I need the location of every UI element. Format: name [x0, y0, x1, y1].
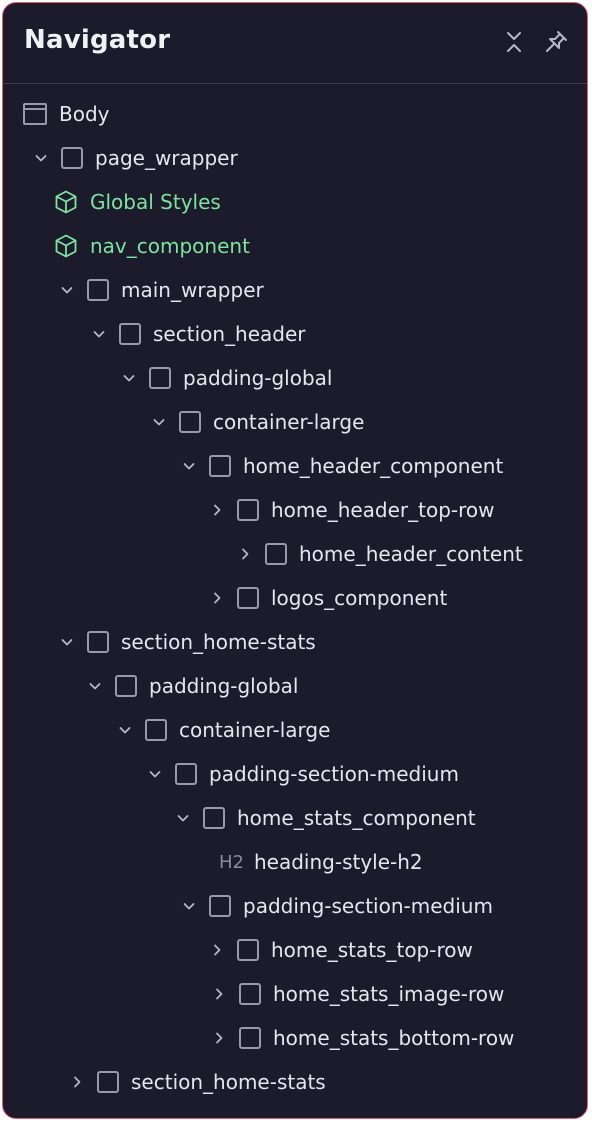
chevron-down-icon[interactable]	[119, 368, 139, 388]
tree-row[interactable]: section_home-stats	[57, 622, 316, 662]
element-icon	[239, 1027, 261, 1049]
chevron-down-icon[interactable]	[179, 896, 199, 916]
element-icon	[119, 323, 141, 345]
tree-row[interactable]: padding-section-medium	[145, 754, 459, 794]
chevron-down-icon[interactable]	[115, 720, 135, 740]
tree-row[interactable]: home_header_component	[179, 446, 503, 486]
tree-row[interactable]: home_stats_bottom-row	[209, 1018, 514, 1058]
tree-row[interactable]: Body	[23, 94, 110, 134]
tree-row[interactable]: logos_component	[207, 578, 447, 618]
tree-row-label: home_stats_bottom-row	[273, 1026, 515, 1050]
element-icon	[237, 939, 259, 961]
tree-row-label: home_stats_image-row	[273, 982, 505, 1006]
tree-row-label: page_wrapper	[95, 146, 238, 170]
element-icon	[203, 807, 225, 829]
tree-row[interactable]: padding-global	[85, 666, 298, 706]
element-icon	[145, 719, 167, 741]
tree-row[interactable]: container-large	[149, 402, 364, 442]
tree-row-label: home_header_top-row	[271, 498, 495, 522]
element-icon	[237, 587, 259, 609]
tree-row[interactable]: container-large	[115, 710, 330, 750]
tree-row[interactable]: home_stats_image-row	[209, 974, 504, 1014]
tree-row[interactable]: main_wrapper	[57, 270, 264, 310]
tree-row-label: Body	[59, 102, 110, 126]
element-icon	[209, 455, 231, 477]
element-icon	[179, 411, 201, 433]
panel-title: Navigator	[24, 25, 171, 55]
tree-row-label: home_stats_component	[237, 806, 476, 830]
tree-row[interactable]: home_stats_top-row	[207, 930, 473, 970]
navigator-header: Navigator	[3, 3, 587, 84]
tree-row[interactable]: page_wrapper	[31, 138, 238, 178]
chevron-down-icon[interactable]	[57, 280, 77, 300]
element-icon	[175, 763, 197, 785]
chevron-right-icon[interactable]	[207, 940, 227, 960]
tree-row[interactable]: padding-global	[119, 358, 332, 398]
tree-row[interactable]: nav_component	[53, 226, 250, 266]
tree-row-label: Global Styles	[90, 190, 221, 214]
chevron-down-icon[interactable]	[89, 324, 109, 344]
tree-row-label: padding-global	[149, 674, 299, 698]
chevron-down-icon[interactable]	[179, 456, 199, 476]
tree-row-label: container-large	[179, 718, 331, 742]
tree-row[interactable]: home_header_top-row	[207, 490, 495, 530]
element-icon	[239, 983, 261, 1005]
tree-row-label: logos_component	[271, 586, 448, 610]
element-icon	[149, 367, 171, 389]
element-icon	[87, 631, 109, 653]
tree-row-label: container-large	[213, 410, 365, 434]
tree-row[interactable]: section_home-stats	[67, 1062, 326, 1102]
chevron-down-icon[interactable]	[57, 632, 77, 652]
element-icon	[237, 499, 259, 521]
tree-row-label: heading-style-h2	[254, 850, 423, 874]
tree-row-label: home_stats_top-row	[271, 938, 473, 962]
tree-row[interactable]: home_stats_component	[173, 798, 476, 838]
tree-row-label: padding-global	[183, 366, 333, 390]
tree-row-label: section_header	[153, 322, 306, 346]
tree-row-label: home_header_content	[299, 542, 523, 566]
element-icon	[97, 1071, 119, 1093]
element-icon	[115, 675, 137, 697]
tree-row[interactable]: section_header	[89, 314, 306, 354]
navigator-panel: Navigator Body page_wrapper Global Styles n…	[2, 2, 588, 1119]
element-icon	[61, 147, 83, 169]
tree-row-label: main_wrapper	[121, 278, 264, 302]
tree-row[interactable]: padding-section-medium	[179, 886, 493, 926]
pin-icon[interactable]	[541, 27, 571, 57]
heading-icon: H2	[219, 851, 244, 873]
element-icon	[265, 543, 287, 565]
chevron-right-icon[interactable]	[207, 588, 227, 608]
element-icon	[209, 895, 231, 917]
chevron-right-icon[interactable]	[209, 1028, 229, 1048]
tree-row[interactable]: home_header_content	[235, 534, 523, 574]
tree-row-label: padding-section-medium	[243, 894, 493, 918]
tree-row[interactable]: H2 heading-style-h2	[219, 842, 423, 882]
chevron-right-icon[interactable]	[209, 984, 229, 1004]
collapse-icon[interactable]	[499, 27, 529, 57]
chevron-down-icon[interactable]	[173, 808, 193, 828]
tree-row-label: home_header_component	[243, 454, 504, 478]
chevron-right-icon[interactable]	[207, 500, 227, 520]
component-icon	[53, 189, 90, 215]
tree-row-label: padding-section-medium	[209, 762, 459, 786]
tree-row-label: nav_component	[90, 234, 250, 258]
tree-row[interactable]: Global Styles	[53, 182, 221, 222]
tree-row-label: section_home-stats	[131, 1070, 326, 1094]
chevron-down-icon[interactable]	[149, 412, 169, 432]
chevron-right-icon[interactable]	[235, 544, 255, 564]
chevron-down-icon[interactable]	[85, 676, 105, 696]
element-icon	[87, 279, 109, 301]
chevron-right-icon[interactable]	[67, 1072, 87, 1092]
component-icon	[53, 233, 90, 259]
chevron-down-icon[interactable]	[31, 148, 51, 168]
chevron-down-icon[interactable]	[145, 764, 165, 784]
tree-row-label: section_home-stats	[121, 630, 316, 654]
body-icon	[23, 103, 47, 125]
